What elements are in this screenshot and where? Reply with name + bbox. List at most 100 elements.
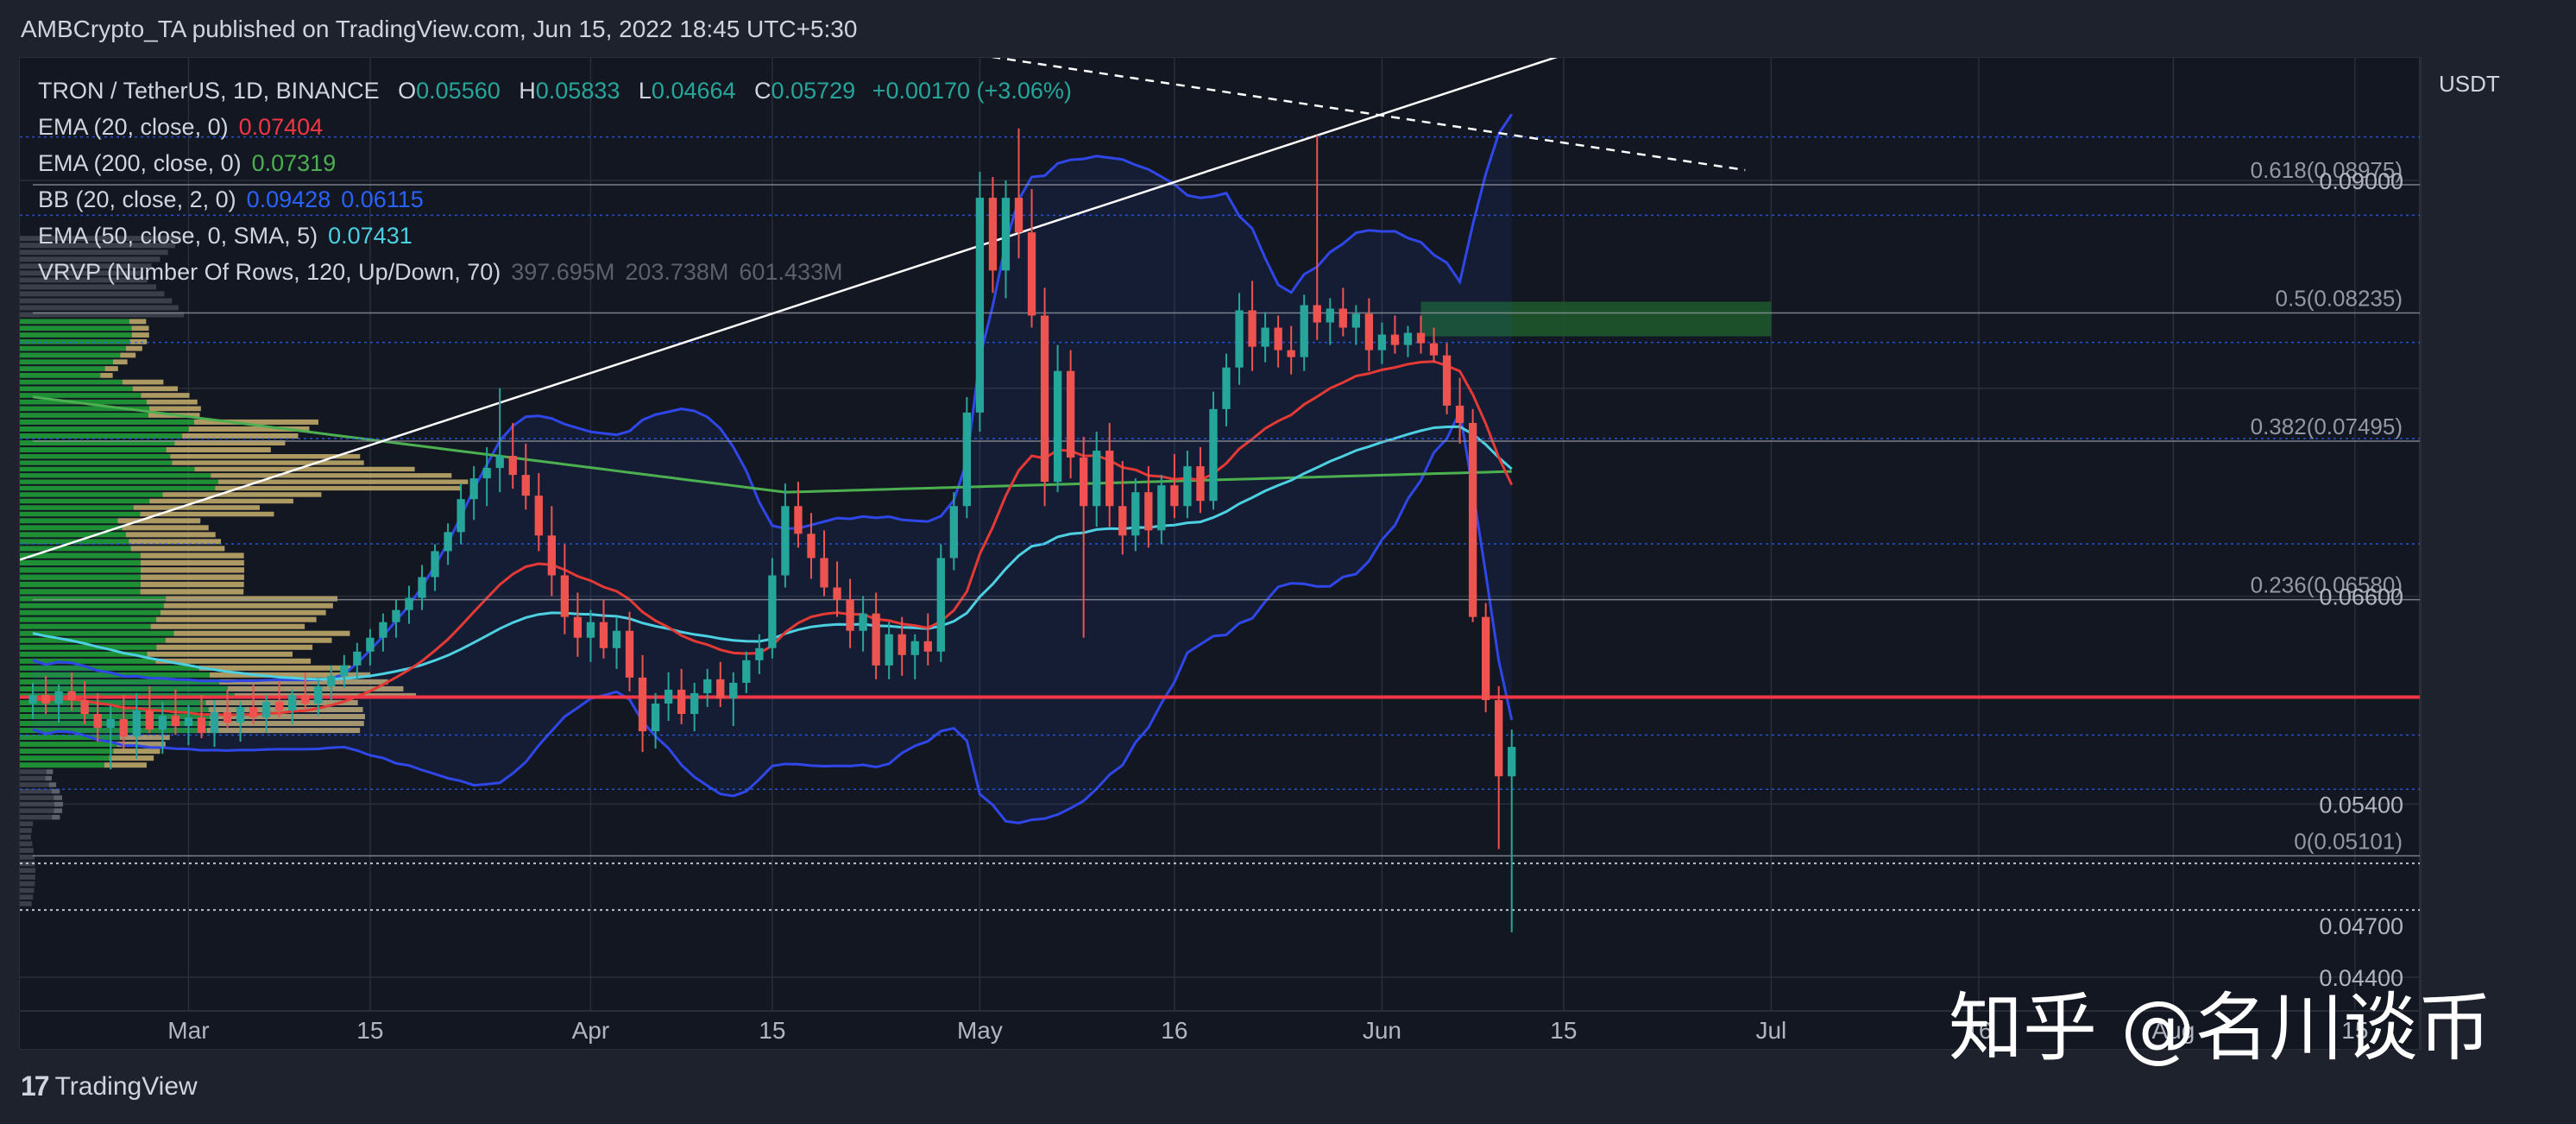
indicator-list: EMA (20, close, 0) 0.07404 EMA (200, close… [38, 109, 1072, 290]
indicator-row[interactable]: BB (20, close, 2, 0) 0.09428 0.06115 [38, 181, 1072, 218]
indicator-row[interactable]: EMA (20, close, 0) 0.07404 [38, 109, 1072, 145]
tradingview-logo[interactable]: 17 TradingView [21, 1070, 198, 1102]
candle-body [171, 716, 180, 727]
candle-body [690, 692, 699, 715]
candle-body [340, 665, 349, 676]
volume-profile-bar-up [20, 454, 171, 459]
volume-profile-bar-down [54, 795, 63, 800]
candle-body [1326, 308, 1334, 323]
candle-body [560, 575, 570, 617]
candle-body [274, 701, 284, 710]
candle-body [495, 456, 504, 469]
candle-body [41, 694, 50, 704]
candle-body [781, 506, 790, 576]
ohlc-high: 0.05833 [535, 78, 620, 104]
volume-profile-bar-down [129, 319, 147, 325]
volume-profile-bar-up [20, 372, 101, 378]
indicator-label: EMA (20, close, 0) [38, 114, 229, 140]
volume-profile-bar-down [122, 379, 164, 385]
volume-profile-bar-down [125, 532, 216, 538]
candle-body [1235, 310, 1244, 368]
candle-body [1170, 485, 1179, 507]
volume-profile-bar-up [20, 460, 173, 465]
candle-body [431, 551, 439, 578]
candle-body [534, 496, 543, 536]
candle-body [67, 691, 76, 700]
volume-profile-bar-up [20, 473, 211, 478]
candle-body [755, 647, 764, 660]
volume-profile-bar-up [20, 485, 216, 491]
candle-body [703, 679, 712, 693]
volume-profile-bar-up [20, 567, 141, 573]
candle-body [1300, 305, 1308, 357]
volume-profile-bar-down [131, 332, 149, 338]
volume-profile-bar-up [20, 332, 132, 338]
candle-body [1442, 355, 1452, 406]
candle-body [314, 685, 323, 704]
indicator-value: 0.07319 [251, 150, 337, 176]
candle-body [392, 609, 400, 622]
candle-body [599, 622, 608, 648]
candle-body [638, 677, 647, 732]
volume-profile-bar-up [20, 581, 141, 588]
candle [962, 396, 972, 519]
indicator-row[interactable]: VRVP (Number Of Rows, 120, Up/Down, 70) 3… [38, 254, 1072, 290]
candle-body [573, 616, 583, 638]
volume-profile-bar-up [20, 795, 54, 800]
candle-body [1429, 343, 1439, 356]
volume-profile-bar-down [141, 393, 190, 398]
volume-profile-bar-up [20, 742, 117, 748]
candle-body [197, 717, 206, 734]
candle-body [210, 712, 219, 734]
indicator-label: EMA (200, close, 0) [38, 150, 242, 176]
volume-profile-bar-up [20, 894, 34, 900]
candle [1468, 408, 1477, 622]
candle-body [1093, 451, 1101, 507]
volume-profile-bar-up [20, 603, 164, 609]
candle-body [885, 634, 893, 666]
indicator-row[interactable]: EMA (200, close, 0) 0.07319 [38, 145, 1072, 181]
volume-profile-bar-down [162, 492, 322, 497]
volume-profile-bar-down [122, 525, 209, 531]
volume-profile-bar-down [150, 623, 305, 629]
tradingview-logo-mark: 17 [21, 1070, 50, 1102]
volume-profile-bar-down [140, 589, 244, 595]
candle-body [158, 716, 167, 730]
volume-profile-bar-up [20, 887, 35, 894]
fib-level-label: 0(0.05101) [2294, 828, 2403, 854]
volume-profile-bar-up [20, 433, 183, 439]
candle-body [612, 630, 621, 648]
candle-body [379, 622, 387, 638]
volume-profile-bar-up [20, 505, 134, 510]
volume-profile-bar-down [54, 801, 63, 807]
candle [1313, 135, 1321, 340]
indicator-label: BB (20, close, 2, 0) [38, 186, 236, 212]
candle-body [1416, 332, 1426, 344]
candle-body [457, 499, 465, 533]
candle-body [794, 506, 803, 534]
volume-profile-bar-down [155, 616, 317, 622]
candle-body [1183, 466, 1192, 507]
volume-profile-bar-down [129, 338, 148, 344]
indicator-row[interactable]: EMA (50, close, 0, SMA, 5) 0.07431 [38, 218, 1072, 254]
volume-profile-bar-down [140, 559, 244, 566]
indicator-value: 0.07431 [328, 223, 413, 249]
candle-body [366, 637, 375, 652]
symbol-ohlc-row[interactable]: TRON / TetherUS, 1D, BINANCE O0.05560 H0… [38, 73, 1072, 109]
candle-body [962, 412, 972, 507]
candle-body [872, 613, 880, 666]
candle-body [119, 719, 128, 737]
indicator-label: EMA (50, close, 0, SMA, 5) [38, 223, 318, 249]
candle-body [1468, 422, 1477, 617]
candle-body [327, 675, 336, 686]
volume-profile-bar-down [140, 567, 244, 573]
candle [1040, 287, 1049, 507]
volume-profile-bar-up [20, 426, 189, 432]
candle-body [418, 577, 426, 598]
volume-profile-bar-down [46, 769, 54, 774]
candle-body [1222, 367, 1231, 409]
volume-profile-bar-down [173, 630, 350, 636]
volume-profile-bar-up [20, 305, 179, 311]
publish-header: AMBCrypto_TA published on TradingView.co… [21, 16, 858, 42]
volume-profile-bar-up [20, 386, 133, 392]
